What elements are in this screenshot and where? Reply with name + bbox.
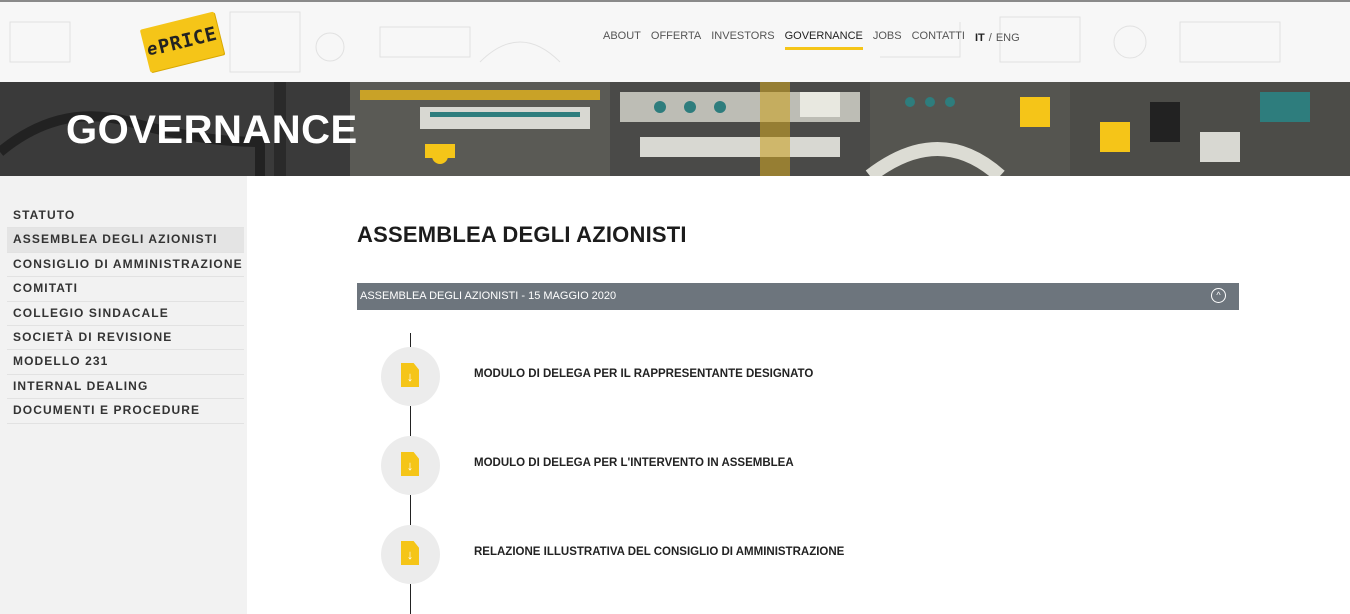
accordion-header[interactable]: ASSEMBLEA DEGLI AZIONISTI - 15 MAGGIO 20…	[357, 283, 1239, 310]
nav-item-contatti[interactable]: CONTATTI	[912, 30, 965, 50]
nav-item-investors[interactable]: INVESTORS	[711, 30, 774, 50]
accordion-header-label: ASSEMBLEA DEGLI AZIONISTI - 15 MAGGIO 20…	[360, 290, 617, 302]
lang-separator: /	[988, 31, 992, 44]
document-download-button[interactable]: ↓	[381, 436, 440, 495]
file-download-icon: ↓	[401, 541, 419, 565]
sidebar: STATUTO ASSEMBLEA DEGLI AZIONISTI CONSIG…	[0, 176, 247, 614]
file-download-icon: ↓	[401, 452, 419, 476]
sidebar-item-internal-dealing[interactable]: INTERNAL DEALING	[7, 375, 244, 400]
sidebar-item-assemblea-degli-azionisti[interactable]: ASSEMBLEA DEGLI AZIONISTI	[7, 228, 244, 253]
sidebar-item-collegio-sindacale[interactable]: COLLEGIO SINDACALE	[7, 302, 244, 326]
document-link[interactable]: RELAZIONE ILLUSTRATIVA DEL CONSIGLIO DI …	[474, 546, 844, 558]
site-header: e PRICE ABOUT OFFERTA INVESTORS GOVERNANC…	[0, 2, 1350, 82]
sidebar-item-documenti-e-procedure[interactable]: DOCUMENTI E PROCEDURE	[7, 399, 244, 424]
nav-item-about[interactable]: ABOUT	[603, 30, 641, 50]
page-hero-title: GOVERNANCE	[66, 108, 358, 152]
chevron-up-circle-icon[interactable]: ^	[1211, 288, 1226, 303]
sidebar-item-consiglio-di-amministrazione[interactable]: CONSIGLIO DI AMMINISTRAZIONE	[7, 253, 244, 278]
document-link[interactable]: MODULO DI DELEGA PER IL RAPPRESENTANTE D…	[474, 368, 813, 380]
main-navigation: ABOUT OFFERTA INVESTORS GOVERNANCE JOBS …	[603, 30, 1020, 50]
document-link[interactable]: MODULO DI DELEGA PER L'INTERVENTO IN ASS…	[474, 457, 794, 469]
lang-eng-link[interactable]: ENG	[996, 32, 1020, 44]
nav-item-offerta[interactable]: OFFERTA	[651, 30, 701, 50]
document-download-button[interactable]: ↓	[381, 525, 440, 584]
file-download-icon: ↓	[401, 363, 419, 387]
hero-banner: GOVERNANCE	[0, 82, 1350, 176]
language-switcher: IT / ENG	[975, 32, 1020, 49]
nav-item-jobs[interactable]: JOBS	[873, 30, 902, 50]
lang-it-link[interactable]: IT	[975, 32, 985, 44]
sidebar-item-societa-di-revisione[interactable]: SOCIETÀ DI REVISIONE	[7, 326, 244, 351]
sidebar-item-statuto[interactable]: STATUTO	[7, 204, 244, 229]
logo-text: PRICE	[156, 22, 220, 59]
document-download-button[interactable]: ↓	[381, 347, 440, 406]
sidebar-item-modello-231[interactable]: MODELLO 231	[7, 350, 244, 375]
sidebar-item-comitati[interactable]: COMITATI	[7, 277, 244, 302]
section-title: ASSEMBLEA DEGLI AZIONISTI	[357, 222, 687, 247]
nav-item-governance[interactable]: GOVERNANCE	[784, 30, 863, 50]
main-content: ASSEMBLEA DEGLI AZIONISTI ASSEMBLEA DEGL…	[247, 176, 1350, 614]
sidebar-menu: STATUTO ASSEMBLEA DEGLI AZIONISTI CONSIG…	[7, 204, 244, 424]
